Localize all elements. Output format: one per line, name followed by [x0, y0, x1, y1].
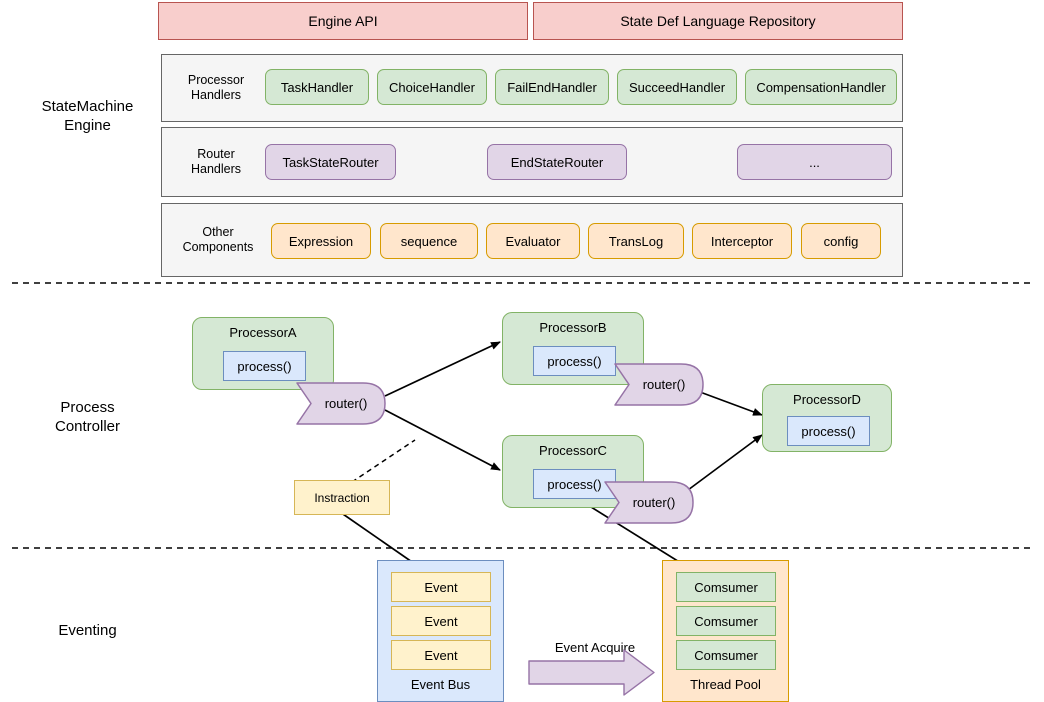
chip-choice-handler-label: ChoiceHandler: [389, 79, 475, 95]
instraction-box[interactable]: Instraction: [294, 480, 390, 515]
consumer-item-3-label: Comsumer: [694, 647, 758, 663]
chip-succeed-handler-label: SucceedHandler: [628, 79, 726, 95]
chip-interceptor-label: Interceptor: [710, 233, 774, 249]
processor-a[interactable]: ProcessorA process(): [192, 317, 334, 390]
router-a-label: router(): [324, 396, 368, 411]
chip-router-more-label: ...: [809, 154, 820, 170]
section-label-statemachine-engine: StateMachine Engine: [41, 98, 134, 134]
chip-sequence[interactable]: sequence: [380, 223, 478, 259]
event-item-1[interactable]: Event: [391, 572, 491, 602]
chip-expression[interactable]: Expression: [271, 223, 371, 259]
row-router-handlers: Router Handlers TaskStateRouter EndState…: [161, 127, 903, 197]
chip-task-handler[interactable]: TaskHandler: [265, 69, 369, 105]
consumer-item-2-label: Comsumer: [694, 613, 758, 629]
chip-fail-end-handler[interactable]: FailEndHandler: [495, 69, 609, 105]
chip-translog[interactable]: TransLog: [588, 223, 684, 259]
router-b-label: router(): [642, 377, 686, 392]
event-item-1-label: Event: [424, 579, 458, 595]
row-other-components: Other Components Expression sequence Eva…: [161, 203, 903, 277]
consumer-item-1-label: Comsumer: [694, 579, 758, 595]
section-label-eventing: Eventing: [58, 622, 117, 639]
consumer-item-3[interactable]: Comsumer: [676, 640, 776, 670]
chip-choice-handler[interactable]: ChoiceHandler: [377, 69, 487, 105]
chip-sequence-label: sequence: [400, 233, 458, 249]
processor-c-process-label: process(): [547, 476, 602, 492]
processor-d-process-label: process(): [801, 423, 856, 439]
chip-end-state-router[interactable]: EndStateRouter: [487, 144, 627, 180]
consumer-item-2[interactable]: Comsumer: [676, 606, 776, 636]
row-title-other-components: Other Components: [182, 225, 254, 254]
instraction-label: Instraction: [314, 490, 370, 505]
event-acquire-label: Event Acquire: [554, 640, 636, 655]
event-bus: Event Event Event Event Bus: [377, 560, 504, 702]
event-item-3-label: Event: [424, 647, 458, 663]
event-bus-caption: Event Bus: [410, 677, 471, 692]
processor-b-process-label: process(): [547, 353, 602, 369]
chip-fail-end-handler-label: FailEndHandler: [507, 79, 597, 95]
processor-a-process-label: process(): [237, 358, 292, 374]
router-c-label: router(): [632, 495, 676, 510]
chip-task-state-router-label: TaskStateRouter: [282, 154, 379, 170]
chip-task-state-router[interactable]: TaskStateRouter: [265, 144, 396, 180]
chip-config-label: config: [823, 233, 859, 249]
chip-compensation-handler-label: CompensationHandler: [756, 79, 886, 95]
chip-interceptor[interactable]: Interceptor: [692, 223, 792, 259]
consumer-item-1[interactable]: Comsumer: [676, 572, 776, 602]
banner-state-def-language-repository[interactable]: State Def Language Repository: [533, 2, 903, 40]
row-processor-handlers: Processor Handlers TaskHandler ChoiceHan…: [161, 54, 903, 122]
processor-d-process-method[interactable]: process(): [787, 416, 870, 446]
thread-pool-caption: Thread Pool: [690, 677, 761, 692]
event-item-2[interactable]: Event: [391, 606, 491, 636]
chip-expression-label: Expression: [288, 233, 354, 249]
chip-config[interactable]: config: [801, 223, 881, 259]
event-item-2-label: Event: [424, 613, 458, 629]
router-b[interactable]: router(): [613, 362, 705, 407]
processor-d-title: ProcessorD: [793, 392, 861, 407]
architecture-diagram: StateMachine Engine Process Controller E…: [0, 0, 1044, 702]
banner-engine-api[interactable]: Engine API: [158, 2, 528, 40]
processor-d[interactable]: ProcessorD process(): [762, 384, 892, 452]
chip-compensation-handler[interactable]: CompensationHandler: [745, 69, 897, 105]
chip-evaluator[interactable]: Evaluator: [486, 223, 580, 259]
chip-router-more[interactable]: ...: [737, 144, 892, 180]
processor-b-title: ProcessorB: [539, 320, 607, 335]
section-label-process-controller: Process Controller: [54, 399, 121, 435]
processor-a-process-method[interactable]: process(): [223, 351, 306, 381]
processor-b-process-method[interactable]: process(): [533, 346, 616, 376]
chip-succeed-handler[interactable]: SucceedHandler: [617, 69, 737, 105]
chip-end-state-router-label: EndStateRouter: [510, 154, 604, 170]
router-c[interactable]: router(): [603, 480, 695, 525]
processor-c-title: ProcessorC: [539, 443, 607, 458]
router-a[interactable]: router(): [295, 381, 387, 426]
processor-a-title: ProcessorA: [229, 325, 297, 340]
thread-pool: Comsumer Comsumer Comsumer Thread Pool: [662, 560, 789, 702]
row-title-processor-handlers: Processor Handlers: [187, 73, 245, 102]
banner-engine-api-label: Engine API: [308, 12, 378, 29]
chip-translog-label: TransLog: [608, 233, 664, 249]
event-item-3[interactable]: Event: [391, 640, 491, 670]
banner-state-def-language-repository-label: State Def Language Repository: [620, 12, 816, 29]
chip-evaluator-label: Evaluator: [505, 233, 561, 249]
chip-task-handler-label: TaskHandler: [280, 79, 354, 95]
row-title-router-handlers: Router Handlers: [190, 147, 242, 176]
